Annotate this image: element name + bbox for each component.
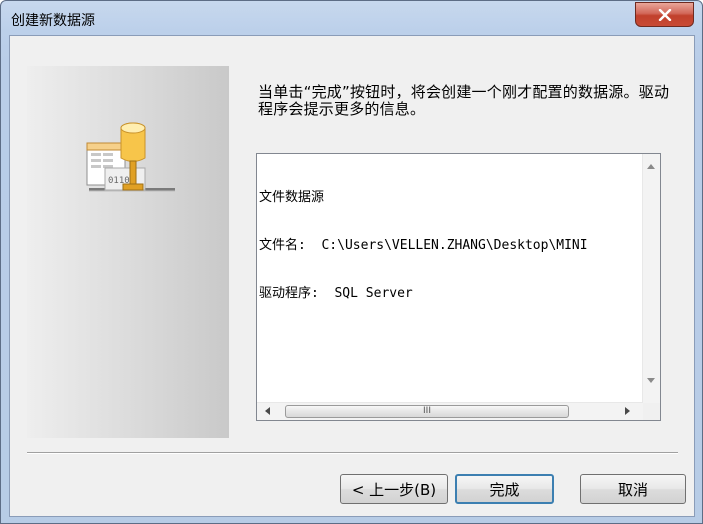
finish-button[interactable]: 完成: [455, 474, 554, 504]
cancel-button[interactable]: 取消: [580, 474, 686, 504]
back-button[interactable]: < 上一步(B): [340, 474, 448, 504]
close-button[interactable]: [635, 2, 694, 27]
wizard-description: 当单击“完成”按钮时，将会创建一个刚才配置的数据源。驱动程序会提示更多的信息。: [258, 83, 670, 118]
scrollbar-thumb[interactable]: III: [285, 405, 569, 418]
arrow-right-icon[interactable]: [625, 407, 630, 415]
scrollbar-grip: III: [423, 406, 431, 416]
close-icon: [658, 8, 671, 21]
arrow-left-icon[interactable]: [265, 407, 270, 415]
scrollbar-corner: [643, 403, 660, 420]
summary-text: 文件数据源 文件名: C:\Users\VELLEN.ZHANG\Desktop…: [259, 158, 643, 334]
arrow-down-icon[interactable]: [647, 378, 655, 383]
summary-line: 文件名: C:\Users\VELLEN.ZHANG\Desktop\MINI: [259, 238, 588, 253]
data-source-summary-textbox[interactable]: 文件数据源 文件名: C:\Users\VELLEN.ZHANG\Desktop…: [256, 153, 661, 421]
wizard-side-panel: 0110: [27, 66, 229, 438]
title-bar[interactable]: 创建新数据源: [1, 1, 702, 35]
vertical-scrollbar[interactable]: [642, 154, 660, 403]
horizontal-scrollbar[interactable]: III: [257, 402, 643, 420]
database-network-icon: 0110: [86, 122, 175, 192]
button-separator: [27, 452, 678, 454]
summary-line: 文件数据源: [259, 190, 325, 205]
arrow-up-icon[interactable]: [647, 164, 655, 169]
summary-line: 驱动程序: SQL Server: [259, 286, 413, 301]
window-title: 创建新数据源: [11, 13, 95, 29]
